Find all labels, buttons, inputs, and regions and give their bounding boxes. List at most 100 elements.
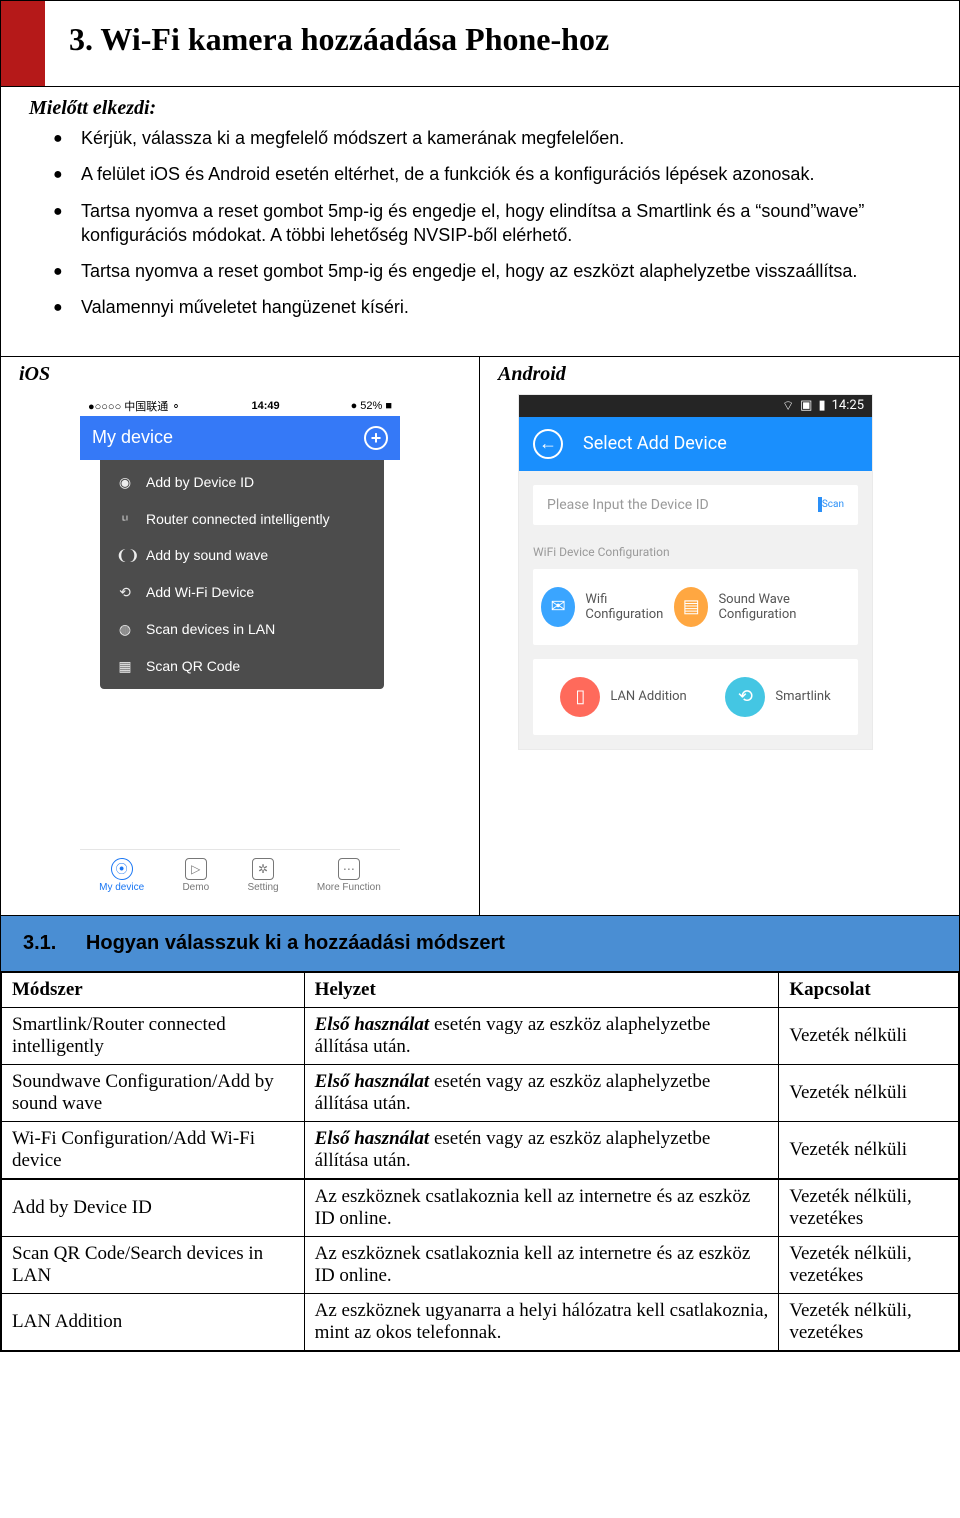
cell-method: Soundwave Configuration/Add by sound wav… [2, 1064, 305, 1121]
col-header-situation: Helyzet [304, 972, 779, 1007]
menu-item-scan-lan[interactable]: ◍ Scan devices in LAN [100, 611, 384, 648]
soundwave-configuration-button[interactable]: ▤ Sound Wave Configuration [674, 587, 850, 627]
menu-item-soundwave[interactable]: ❨❩ Add by sound wave [100, 537, 384, 574]
chapter-header: 3. Wi-Fi kamera hozzáadása Phone-hoz [1, 1, 959, 87]
scan-icon [818, 497, 822, 512]
ios-status-bar: ●○○○○ 中国联通 ⚬ 14:49 ● 52% ■ [80, 394, 400, 416]
tab-label: Demo [182, 882, 209, 893]
back-button[interactable]: ← [533, 429, 563, 459]
section-number: 3.1. [23, 932, 56, 954]
ios-status-time: 14:49 [252, 400, 280, 412]
scan-button[interactable]: Scan [818, 499, 844, 510]
page-title: 3. Wi-Fi kamera hozzáadása Phone-hoz [69, 21, 935, 58]
ios-screenshot: ●○○○○ 中国联通 ⚬ 14:49 ● 52% ■ My device + ◉… [80, 394, 400, 897]
smartlink-button[interactable]: ⟲ Smartlink [725, 677, 830, 717]
scan-label: Scan [822, 499, 844, 510]
intro-subheading: Mielőtt elkezdi: [29, 97, 931, 120]
sim-icon: ▣ [800, 398, 812, 414]
menu-item-label: Router connected intelligently [146, 511, 330, 527]
cell-connection: Vezeték nélküli, vezetékes [779, 1293, 959, 1350]
intro-bullet: Tartsa nyomva a reset gombot 5mp-ig és e… [53, 199, 931, 248]
menu-item-add-by-id[interactable]: ◉ Add by Device ID [100, 464, 384, 501]
wifi-icon: ⟲ [116, 584, 134, 601]
more-icon: ⋯ [338, 858, 360, 880]
cell-situation: Az eszköznek csatlakoznia kell az intern… [304, 1179, 779, 1237]
battery-icon: ▮ [818, 398, 825, 414]
item-label: Wifi Configuration [585, 592, 674, 622]
android-header: ← Select Add Device [519, 417, 872, 471]
section-3-1-header: 3.1. Hogyan válasszuk ki a hozzáadási mó… [1, 916, 959, 972]
device-id-input[interactable]: Please Input the Device ID Scan [533, 485, 858, 525]
methods-table: Módszer Helyzet Kapcsolat Smartlink/Rout… [1, 972, 959, 1351]
cell-connection: Vezeték nélküli [779, 1121, 959, 1179]
cell-situation: Az eszköznek csatlakoznia kell az intern… [304, 1236, 779, 1293]
cell-connection: Vezeték nélküli, vezetékes [779, 1179, 959, 1237]
table-row: Wi-Fi Configuration/Add Wi-Fi device Els… [2, 1121, 959, 1179]
android-label: Android [498, 363, 941, 386]
header-red-strip [1, 1, 45, 86]
qr-icon: ▦ [116, 658, 134, 675]
android-header-title: Select Add Device [583, 433, 727, 454]
wifi-icon: ⌔ [782, 398, 794, 414]
tab-label: My device [99, 882, 144, 893]
add-device-button[interactable]: + [364, 426, 388, 450]
cell-situation: Az eszköznek ugyanarra a helyi hálózatra… [304, 1293, 779, 1350]
platform-screenshots-row: iOS ●○○○○ 中国联通 ⚬ 14:49 ● 52% ■ My device… [1, 357, 959, 916]
smartlink-icon: ⟲ [725, 677, 765, 717]
cell-method: Smartlink/Router connected intelligently [2, 1007, 305, 1064]
page-frame: 3. Wi-Fi kamera hozzáadása Phone-hoz Mie… [0, 0, 960, 1352]
ios-cell: iOS ●○○○○ 中国联通 ⚬ 14:49 ● 52% ■ My device… [1, 357, 480, 915]
intro-bullet: Kérjük, válassza ki a megfelelő módszert… [53, 126, 931, 150]
cell-situation: Első használat esetén vagy az eszköz ala… [304, 1007, 779, 1064]
menu-item-scan-qr[interactable]: ▦ Scan QR Code [100, 648, 384, 685]
ios-nav-bar: My device + [80, 416, 400, 460]
ios-status-right: ● 52% ■ [351, 400, 392, 412]
cell-method: Wi-Fi Configuration/Add Wi-Fi device [2, 1121, 305, 1179]
intro-bullet: A felület iOS és Android esetén eltérhet… [53, 162, 931, 186]
android-status-bar: ⌔ ▣ ▮ 14:25 [519, 395, 872, 417]
tab-demo[interactable]: ▷Demo [182, 858, 209, 893]
ios-nav-title: My device [92, 427, 173, 448]
cell-connection: Vezeték nélküli [779, 1007, 959, 1064]
android-section-label: WiFi Device Configuration [519, 539, 872, 569]
tab-my-device[interactable]: ⦿My device [99, 858, 144, 893]
ios-status-left: ●○○○○ 中国联通 ⚬ [88, 398, 181, 414]
soundwave-icon: ❨❩ [116, 547, 134, 564]
cell-method: LAN Addition [2, 1293, 305, 1350]
lan-addition-button[interactable]: ▯ LAN Addition [560, 677, 686, 717]
col-header-connection: Kapcsolat [779, 972, 959, 1007]
cell-situation: Első használat esetén vagy az eszköz ala… [304, 1121, 779, 1179]
menu-item-label: Add by sound wave [146, 547, 268, 563]
intro-bullet-list: Kérjük, válassza ki a megfelelő módszert… [53, 126, 931, 320]
table-header-row: Módszer Helyzet Kapcsolat [2, 972, 959, 1007]
android-config-card-2: ▯ LAN Addition ⟲ Smartlink [533, 659, 858, 735]
ios-add-menu: ◉ Add by Device ID ᶫᶥ Router connected i… [100, 460, 384, 689]
tab-setting[interactable]: ✲Setting [247, 858, 278, 893]
cell-method: Scan QR Code/Search devices in LAN [2, 1236, 305, 1293]
intro-bullet: Valamennyi műveletet hangüzenet kíséri. [53, 295, 931, 319]
menu-item-label: Scan QR Code [146, 658, 240, 674]
lan-icon: ◍ [116, 621, 134, 638]
cell-connection: Vezeték nélküli [779, 1064, 959, 1121]
tab-label: Setting [247, 882, 278, 893]
soundwave-icon: ▤ [674, 587, 708, 627]
menu-item-label: Add Wi-Fi Device [146, 584, 254, 600]
cell-connection: Vezeték nélküli, vezetékes [779, 1236, 959, 1293]
android-cell: Android ⌔ ▣ ▮ 14:25 ← Select Add Device … [480, 357, 959, 915]
android-screenshot: ⌔ ▣ ▮ 14:25 ← Select Add Device Please I… [518, 394, 873, 750]
menu-item-router[interactable]: ᶫᶥ Router connected intelligently [100, 501, 384, 537]
menu-item-label: Scan devices in LAN [146, 621, 275, 637]
tab-more[interactable]: ⋯ More Function [317, 858, 381, 893]
android-config-card-1: ✉ Wifi Configuration ▤ Sound Wave Config… [533, 569, 858, 645]
envelope-icon: ✉ [541, 587, 575, 627]
intro-section: Mielőtt elkezdi: Kérjük, válassza ki a m… [1, 87, 959, 357]
table-row: Add by Device ID Az eszköznek csatlakozn… [2, 1179, 959, 1237]
wifi-configuration-button[interactable]: ✉ Wifi Configuration [541, 587, 674, 627]
table-row: LAN Addition Az eszköznek ugyanarra a he… [2, 1293, 959, 1350]
tab-label: More Function [317, 882, 381, 893]
menu-item-add-wifi[interactable]: ⟲ Add Wi-Fi Device [100, 574, 384, 611]
intro-bullet: Tartsa nyomva a reset gombot 5mp-ig és e… [53, 259, 931, 283]
table-row: Soundwave Configuration/Add by sound wav… [2, 1064, 959, 1121]
item-label: Smartlink [775, 689, 830, 704]
router-icon: ᶫᶥ [116, 511, 134, 527]
